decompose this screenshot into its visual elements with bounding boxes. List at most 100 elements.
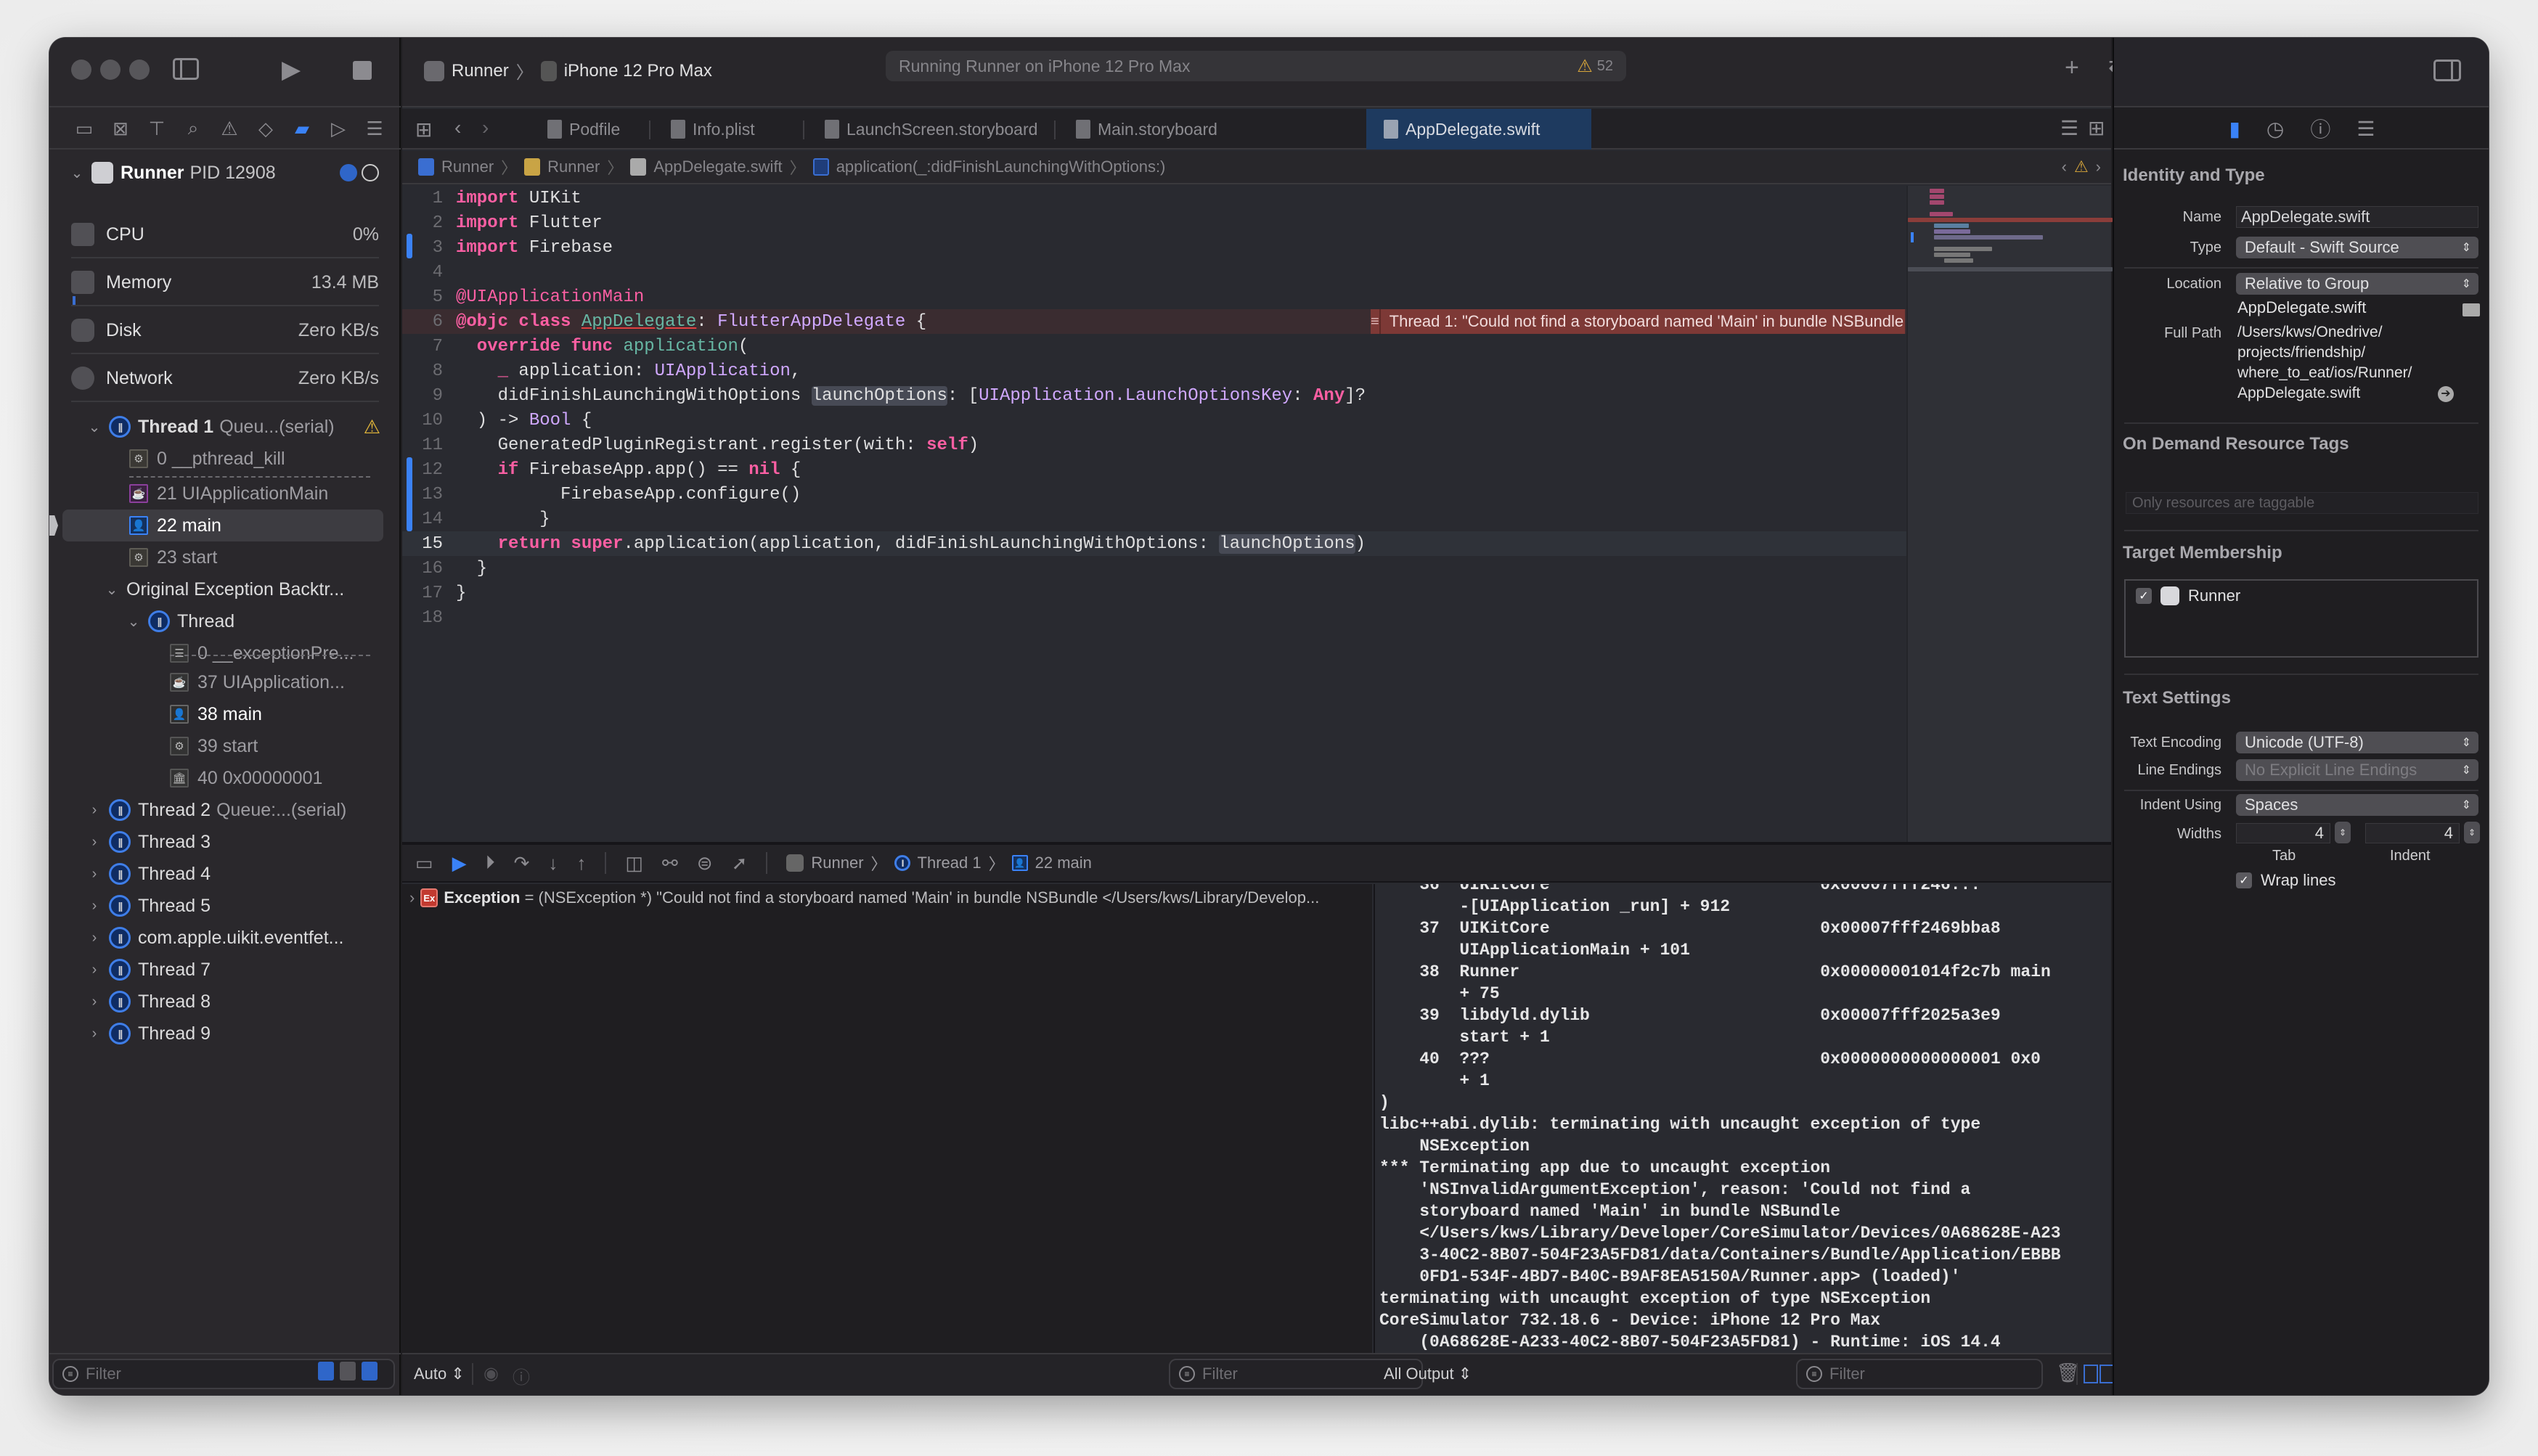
gauge-memory[interactable]: Memory 13.4 MB xyxy=(71,260,379,306)
zoom-window-button[interactable] xyxy=(129,60,150,80)
warning-icon[interactable]: ⚠ xyxy=(1577,56,1593,77)
simulate-location-icon[interactable]: ➚ xyxy=(732,852,748,875)
process-filter-toggle[interactable] xyxy=(362,1362,378,1381)
tab-launchscreen-storyboard[interactable]: LaunchScreen.storyboard xyxy=(807,109,1055,150)
stack-frame-row[interactable]: ⚙ 23 start xyxy=(49,541,401,573)
disclosure-open-icon[interactable]: ⌄ xyxy=(103,581,121,599)
thread-row[interactable]: ⌄ ||| Thread xyxy=(49,605,401,637)
jump-bar-project[interactable]: Runner xyxy=(441,158,494,176)
disclosure-closed-icon[interactable]: › xyxy=(86,962,103,978)
attributes-tab-icon[interactable]: ☰ xyxy=(2357,117,2375,141)
hide-debug-area-icon[interactable]: ▭ xyxy=(415,852,433,875)
issue-warning-icon[interactable]: ⚠ xyxy=(2074,158,2089,176)
thread-row[interactable]: › ||| Thread 2 Queue:...(serial) xyxy=(49,794,401,826)
stack-frame-row[interactable]: 👤 38 main xyxy=(49,698,401,730)
crumb-frame[interactable]: 22 main xyxy=(1035,854,1092,872)
encoding-popup[interactable]: Unicode (UTF-8) ⇕ xyxy=(2236,732,2478,753)
crumb-process[interactable]: Runner xyxy=(811,854,863,872)
process-row[interactable]: ⌄ Runner PID 12908 xyxy=(49,157,401,189)
tab-info-plist[interactable]: Info.plist xyxy=(653,109,772,150)
stop-button-icon[interactable] xyxy=(353,61,372,80)
find-navigator-icon[interactable]: ⌕ xyxy=(180,115,206,142)
test-navigator-icon[interactable]: ◇ xyxy=(253,115,279,142)
jump-bar-file[interactable]: AppDelegate.swift xyxy=(653,158,782,176)
stack-frame-row[interactable]: ⚙ 39 start xyxy=(49,730,401,762)
breakpoints-toggle-icon[interactable]: ▶ xyxy=(452,852,467,875)
stack-frame-row[interactable]: ⚙ 0 __pthread_kill xyxy=(49,443,401,475)
minimap[interactable] xyxy=(1906,186,2113,842)
indent-width-stepper[interactable]: ⇕ xyxy=(2464,822,2480,843)
file-inspector-tab-icon[interactable]: ▮ xyxy=(2229,117,2240,141)
disclosure-closed-icon[interactable]: › xyxy=(86,994,103,1010)
back-icon[interactable]: ‹ xyxy=(454,116,461,139)
thread-view-icon[interactable] xyxy=(362,164,379,181)
thread-row[interactable]: › ||| Thread 4 xyxy=(49,858,401,890)
show-console-toggle[interactable] xyxy=(2100,1365,2114,1383)
stack-frame-row[interactable]: ☕ 21 UIApplicationMain xyxy=(49,478,401,510)
thread-row[interactable]: › ||| Thread 5 xyxy=(49,890,401,922)
continue-icon[interactable]: ⏵ xyxy=(486,851,495,875)
debug-navigator-icon[interactable]: ▰ xyxy=(289,115,315,142)
view-debugger-icon[interactable]: ◫ xyxy=(625,852,643,875)
disclosure-open-icon[interactable]: ⌄ xyxy=(125,613,142,631)
scheme-project[interactable]: Runner xyxy=(452,61,509,81)
target-row[interactable]: ✓ Runner xyxy=(2136,586,2240,605)
disclosure-closed-icon[interactable]: › xyxy=(409,888,415,907)
quick-look-icon[interactable]: ◉ xyxy=(483,1363,499,1384)
next-issue-icon[interactable]: › xyxy=(2096,158,2101,176)
disclosure-closed-icon[interactable]: › xyxy=(86,866,103,883)
toggle-inspector-icon[interactable] xyxy=(2433,60,2461,81)
variables-view[interactable]: › Ex Exception = (NSException *) "Could … xyxy=(402,884,1372,1353)
scheme-device[interactable]: iPhone 12 Pro Max xyxy=(564,61,712,81)
crashed-threads-filter-toggle[interactable] xyxy=(318,1362,334,1381)
thread-row[interactable]: › ||| Thread 8 xyxy=(49,986,401,1018)
thread-row[interactable]: › ||| Thread 7 xyxy=(49,954,401,986)
gauge-cpu[interactable]: CPU 0% xyxy=(71,212,379,258)
memory-graph-icon[interactable]: ⚯ xyxy=(662,852,678,875)
forward-icon[interactable]: › xyxy=(482,116,489,139)
history-inspector-tab-icon[interactable]: ◷ xyxy=(2266,117,2284,141)
thread-row[interactable]: › ||| Thread 9 xyxy=(49,1018,401,1050)
disclosure-closed-icon[interactable]: › xyxy=(86,898,103,915)
warning-count[interactable]: 52 xyxy=(1597,58,1613,75)
crumb-thread[interactable]: Thread 1 xyxy=(918,854,982,872)
tab-appdelegate-swift[interactable]: AppDelegate.swift xyxy=(1366,109,1591,150)
view-hierarchy-filter-toggle[interactable] xyxy=(340,1362,356,1381)
close-window-button[interactable] xyxy=(71,60,91,80)
disclosure-closed-icon[interactable]: › xyxy=(86,1026,103,1042)
wrap-lines-checkbox[interactable]: ✓ xyxy=(2236,872,2252,888)
report-navigator-icon[interactable]: ☰ xyxy=(362,115,388,142)
indent-width-field[interactable]: 4 xyxy=(2365,823,2460,843)
show-variables-toggle[interactable] xyxy=(2084,1365,2098,1383)
jump-bar-group[interactable]: Runner xyxy=(547,158,600,176)
run-button-icon[interactable]: ▶ xyxy=(282,55,301,84)
console-output[interactable]: 36 UIKitCore 0x00007fff246... -[UIApplic… xyxy=(1374,884,2111,1353)
environment-overrides-icon[interactable]: ⊜ xyxy=(697,852,713,875)
source-control-navigator-icon[interactable]: ⊠ xyxy=(107,115,134,142)
console-output-select[interactable]: All Output ⇕ xyxy=(1384,1365,1472,1383)
gauge-disk[interactable]: Disk Zero KB/s xyxy=(71,308,379,354)
disclosure-closed-icon[interactable]: › xyxy=(86,930,103,946)
wrap-lines-row[interactable]: ✓ Wrap lines xyxy=(2236,871,2336,890)
editor-options-icon[interactable]: ☰ xyxy=(2060,116,2078,140)
project-navigator-icon[interactable]: ▭ xyxy=(71,115,97,142)
issue-navigator-icon[interactable]: ⚠ xyxy=(216,115,242,142)
disclosure-open-icon[interactable]: ⌄ xyxy=(86,418,103,436)
previous-issue-icon[interactable]: ‹ xyxy=(2062,158,2067,176)
step-over-icon[interactable]: ↷ xyxy=(514,852,530,875)
related-items-icon[interactable]: ⊞ xyxy=(415,118,432,142)
error-annotation-banner[interactable]: ≡ Thread 1: "Could not find a storyboard… xyxy=(1371,309,1905,334)
tab-podfile[interactable]: Podfile xyxy=(530,109,637,150)
variables-view-mode-select[interactable]: Auto ⇕ xyxy=(414,1365,465,1383)
breakpoint-navigator-icon[interactable]: ▷ xyxy=(325,115,351,142)
disclosure-closed-icon[interactable]: › xyxy=(86,802,103,819)
gauge-network[interactable]: Network Zero KB/s xyxy=(71,356,379,402)
quick-help-tab-icon[interactable]: ⓘ xyxy=(2310,114,2330,143)
console-filter-input[interactable]: ≡ Filter xyxy=(1796,1359,2043,1389)
step-into-icon[interactable]: ↓ xyxy=(548,852,558,875)
line-endings-popup[interactable]: No Explicit Line Endings ⇕ xyxy=(2236,759,2478,781)
disclosure-closed-icon[interactable]: › xyxy=(86,834,103,851)
name-field[interactable]: AppDelegate.swift xyxy=(2236,206,2478,228)
location-popup[interactable]: Relative to Group ⇕ xyxy=(2236,273,2478,295)
jump-bar-symbol[interactable]: application(_:didFinishLaunchingWithOpti… xyxy=(836,158,1166,176)
